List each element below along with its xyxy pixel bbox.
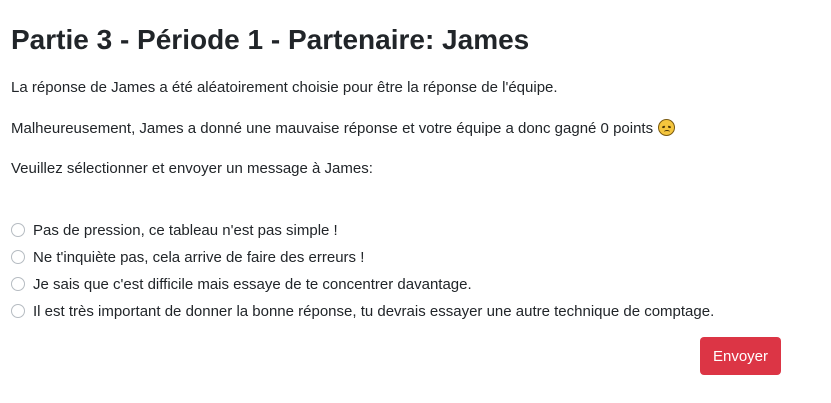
message-option[interactable]: Pas de pression, ce tableau n'est pas si…	[11, 220, 714, 240]
radio-button[interactable]	[11, 277, 25, 291]
option-label[interactable]: Je sais que c'est difficile mais essaye …	[33, 276, 472, 293]
send-button[interactable]: Envoyer	[700, 337, 781, 375]
message-options: Pas de pression, ce tableau n'est pas si…	[11, 220, 714, 328]
option-label[interactable]: Il est très important de donner la bonne…	[33, 303, 714, 320]
result-message: Malheureusement, James a donné une mauva…	[11, 119, 676, 139]
radio-button[interactable]	[11, 250, 25, 264]
option-label[interactable]: Pas de pression, ce tableau n'est pas si…	[33, 222, 338, 239]
radio-button[interactable]	[11, 223, 25, 237]
instruction-text: Veuillez sélectionner et envoyer un mess…	[11, 160, 373, 177]
message-option[interactable]: Je sais que c'est difficile mais essaye …	[11, 274, 714, 294]
radio-button[interactable]	[11, 304, 25, 318]
chosen-answer-text: La réponse de James a été aléatoirement …	[11, 79, 558, 96]
message-option[interactable]: Il est très important de donner la bonne…	[11, 301, 714, 321]
result-text: Malheureusement, James a donné une mauva…	[11, 120, 654, 137]
disappointed-face-icon	[658, 119, 676, 136]
message-option[interactable]: Ne t'inquiète pas, cela arrive de faire …	[11, 247, 714, 267]
page-title: Partie 3 - Période 1 - Partenaire: James	[11, 24, 530, 55]
option-label[interactable]: Ne t'inquiète pas, cela arrive de faire …	[33, 249, 364, 266]
